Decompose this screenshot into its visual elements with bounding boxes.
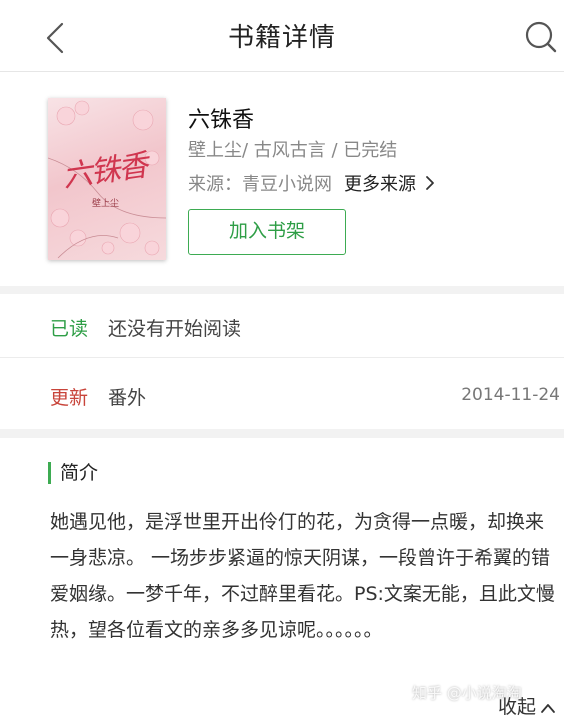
search-button[interactable] — [520, 16, 560, 56]
read-status-row[interactable]: 已读 还没有开始阅读 — [0, 294, 564, 358]
collapse-button[interactable]: 收起 — [498, 692, 556, 719]
collapse-label: 收起 — [497, 696, 536, 718]
intro-text: 她遇见他，是浮世里开出伶仃的花，为贪得一点暖，却换来一身悲凉。 一场步步紧逼的惊… — [50, 511, 555, 641]
more-sources-link[interactable]: 更多来源 — [344, 174, 416, 195]
intro-heading: 简介 — [60, 462, 99, 484]
intro-accent-bar — [48, 462, 51, 484]
section-divider — [0, 286, 564, 294]
search-icon — [525, 21, 557, 53]
top-navigation-bar: 书籍详情 — [0, 0, 564, 72]
book-title: 六铢香 — [188, 108, 255, 133]
source-label: 来源：青豆小说网 — [188, 174, 332, 195]
cover-author: 壁上尘 — [92, 199, 120, 209]
read-status-text: 还没有开始阅读 — [108, 318, 242, 340]
update-date: 2014-11-24 — [461, 385, 560, 405]
section-divider — [0, 429, 564, 438]
source-row: 来源：青豆小说网 更多来源 — [188, 170, 436, 196]
read-status-label: 已读 — [50, 318, 89, 340]
page-title: 书籍详情 — [227, 23, 336, 53]
add-to-shelf-button[interactable]: 加入书架 — [188, 209, 346, 255]
update-text: 番外 — [108, 387, 147, 409]
intro-section: 简介 她遇见他，是浮世里开出伶仃的花，为贪得一点暖，却换来一身悲凉。 一场步步紧… — [0, 438, 564, 724]
book-info-section: 六铢香 壁上尘 六铢香 壁上尘/ 古风古言 / 已完结 来源：青豆小说网 更多来源… — [0, 72, 564, 286]
update-label: 更新 — [50, 387, 89, 409]
book-cover[interactable]: 六铢香 壁上尘 — [48, 98, 166, 260]
book-meta: 壁上尘/ 古风古言 / 已完结 — [188, 140, 398, 161]
update-row[interactable]: 更新 番外 2014-11-24 — [0, 359, 564, 429]
chevron-up-icon — [541, 703, 555, 713]
chevron-right-icon — [424, 175, 436, 196]
